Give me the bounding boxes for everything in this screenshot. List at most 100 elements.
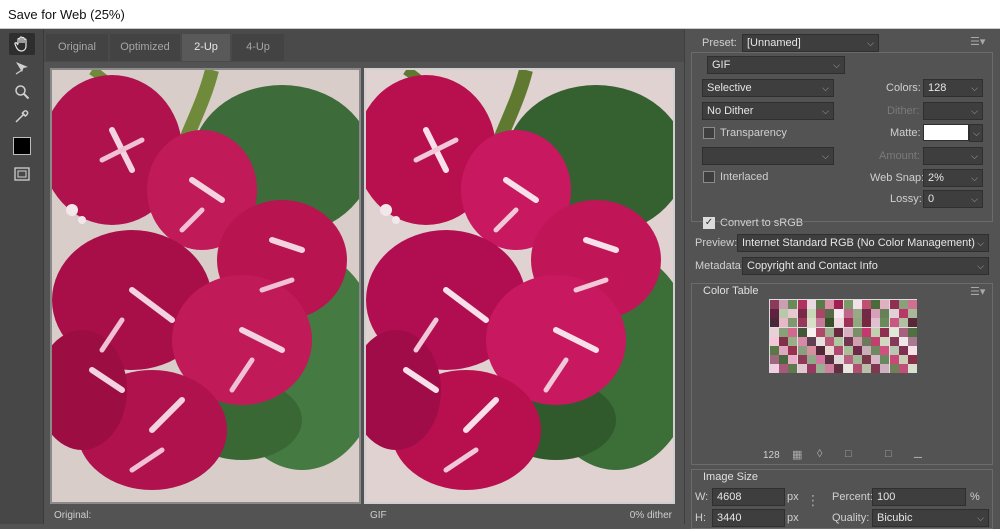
preview-profile-dropdown[interactable]: Internet Standard RGB (No Color Manageme… <box>737 234 989 252</box>
color-swatch[interactable] <box>898 318 908 328</box>
color-swatch[interactable] <box>770 327 779 337</box>
color-swatch[interactable] <box>816 318 825 328</box>
color-swatch[interactable] <box>779 327 789 337</box>
color-swatch[interactable] <box>816 309 825 319</box>
color-swatch[interactable] <box>825 318 835 328</box>
color-swatch[interactable] <box>825 336 835 346</box>
color-swatch[interactable] <box>843 336 853 346</box>
color-swatch[interactable] <box>908 355 917 365</box>
color-swatch[interactable] <box>898 300 908 309</box>
lock-color-icon[interactable]: □ <box>845 448 852 460</box>
color-swatch[interactable] <box>797 300 807 309</box>
convert-srgb-checkbox[interactable]: ✓ <box>703 217 715 229</box>
transparency-map-icon[interactable]: ◊ <box>817 448 822 460</box>
color-swatch[interactable] <box>816 336 825 346</box>
color-swatch[interactable] <box>843 318 853 328</box>
color-swatch[interactable] <box>852 346 862 355</box>
toggle-slices-visibility-icon[interactable] <box>9 163 35 185</box>
color-swatch[interactable] <box>770 355 779 365</box>
color-swatch[interactable] <box>834 336 844 346</box>
color-swatch[interactable] <box>880 364 890 374</box>
color-swatch[interactable] <box>806 300 816 309</box>
optimized-preview-pane[interactable] <box>364 68 675 504</box>
color-swatch[interactable] <box>880 300 890 309</box>
color-swatch[interactable] <box>862 327 871 337</box>
color-swatch[interactable] <box>889 336 899 346</box>
color-swatch[interactable] <box>797 364 807 374</box>
color-swatch[interactable] <box>862 355 871 365</box>
color-swatch[interactable] <box>797 309 807 319</box>
color-swatch[interactable] <box>898 355 908 365</box>
color-swatch[interactable] <box>852 300 862 309</box>
color-swatch[interactable] <box>770 318 779 328</box>
color-swatch[interactable] <box>880 309 890 319</box>
color-swatch[interactable] <box>871 327 881 337</box>
color-swatch[interactable] <box>862 346 871 355</box>
color-swatch[interactable] <box>889 364 899 374</box>
color-swatch[interactable] <box>788 364 798 374</box>
color-swatch[interactable] <box>806 336 816 346</box>
color-swatch[interactable] <box>871 300 881 309</box>
color-swatch[interactable] <box>779 300 789 309</box>
color-swatch[interactable] <box>797 355 807 365</box>
color-swatch[interactable] <box>788 336 798 346</box>
zoom-tool-icon[interactable] <box>9 81 35 103</box>
color-swatch[interactable] <box>779 364 789 374</box>
color-swatch[interactable] <box>852 355 862 365</box>
color-swatch[interactable] <box>788 355 798 365</box>
color-swatch[interactable] <box>908 318 917 328</box>
color-swatch[interactable] <box>834 346 844 355</box>
color-swatch[interactable] <box>788 327 798 337</box>
color-swatch[interactable] <box>834 355 844 365</box>
color-swatch[interactable] <box>880 346 890 355</box>
color-swatch[interactable] <box>834 309 844 319</box>
color-swatch[interactable] <box>843 364 853 374</box>
color-swatch[interactable] <box>806 309 816 319</box>
color-swatch[interactable] <box>806 327 816 337</box>
color-swatch[interactable] <box>806 364 816 374</box>
color-swatch[interactable] <box>797 346 807 355</box>
color-swatch[interactable] <box>779 346 789 355</box>
color-swatch[interactable] <box>825 327 835 337</box>
color-swatch[interactable] <box>843 300 853 309</box>
new-color-icon[interactable]: □ <box>885 448 892 460</box>
color-swatch[interactable] <box>880 318 890 328</box>
slice-select-tool-icon[interactable] <box>9 57 35 79</box>
color-table-swatches[interactable] <box>769 299 917 374</box>
hand-tool-icon[interactable] <box>9 33 35 55</box>
color-swatch[interactable] <box>788 318 798 328</box>
percent-input[interactable]: 100 <box>872 488 966 506</box>
color-swatch[interactable] <box>770 309 779 319</box>
color-swatch[interactable] <box>880 336 890 346</box>
color-swatch[interactable] <box>779 318 789 328</box>
color-swatch[interactable] <box>889 309 899 319</box>
color-swatch[interactable] <box>834 364 844 374</box>
color-swatch[interactable] <box>806 318 816 328</box>
metadata-dropdown[interactable]: Copyright and Contact Info ⌵ <box>742 257 989 275</box>
color-swatch[interactable] <box>834 300 844 309</box>
color-swatch[interactable] <box>898 336 908 346</box>
lossy-dropdown[interactable]: 0 ⌵ <box>923 190 983 208</box>
color-swatch[interactable] <box>797 336 807 346</box>
color-swatch[interactable] <box>788 346 798 355</box>
color-swatch[interactable] <box>898 364 908 374</box>
color-swatch[interactable] <box>862 309 871 319</box>
color-swatch[interactable] <box>889 355 899 365</box>
color-swatch[interactable] <box>825 309 835 319</box>
color-swatch[interactable] <box>889 346 899 355</box>
color-swatch[interactable] <box>779 309 789 319</box>
height-input[interactable]: 3440 <box>712 509 785 527</box>
color-swatch[interactable] <box>816 300 825 309</box>
color-reduction-dropdown[interactable]: Selective ⌵ <box>702 79 834 97</box>
color-swatch[interactable] <box>788 309 798 319</box>
color-swatch[interactable] <box>862 364 871 374</box>
color-swatch[interactable] <box>843 327 853 337</box>
color-swatch[interactable] <box>825 355 835 365</box>
color-swatch[interactable] <box>852 327 862 337</box>
color-swatch[interactable] <box>825 346 835 355</box>
color-swatch[interactable] <box>806 346 816 355</box>
tab-optimized[interactable]: Optimized <box>110 34 180 61</box>
color-swatch[interactable] <box>862 318 871 328</box>
color-swatch[interactable] <box>816 327 825 337</box>
color-swatch[interactable] <box>871 364 881 374</box>
